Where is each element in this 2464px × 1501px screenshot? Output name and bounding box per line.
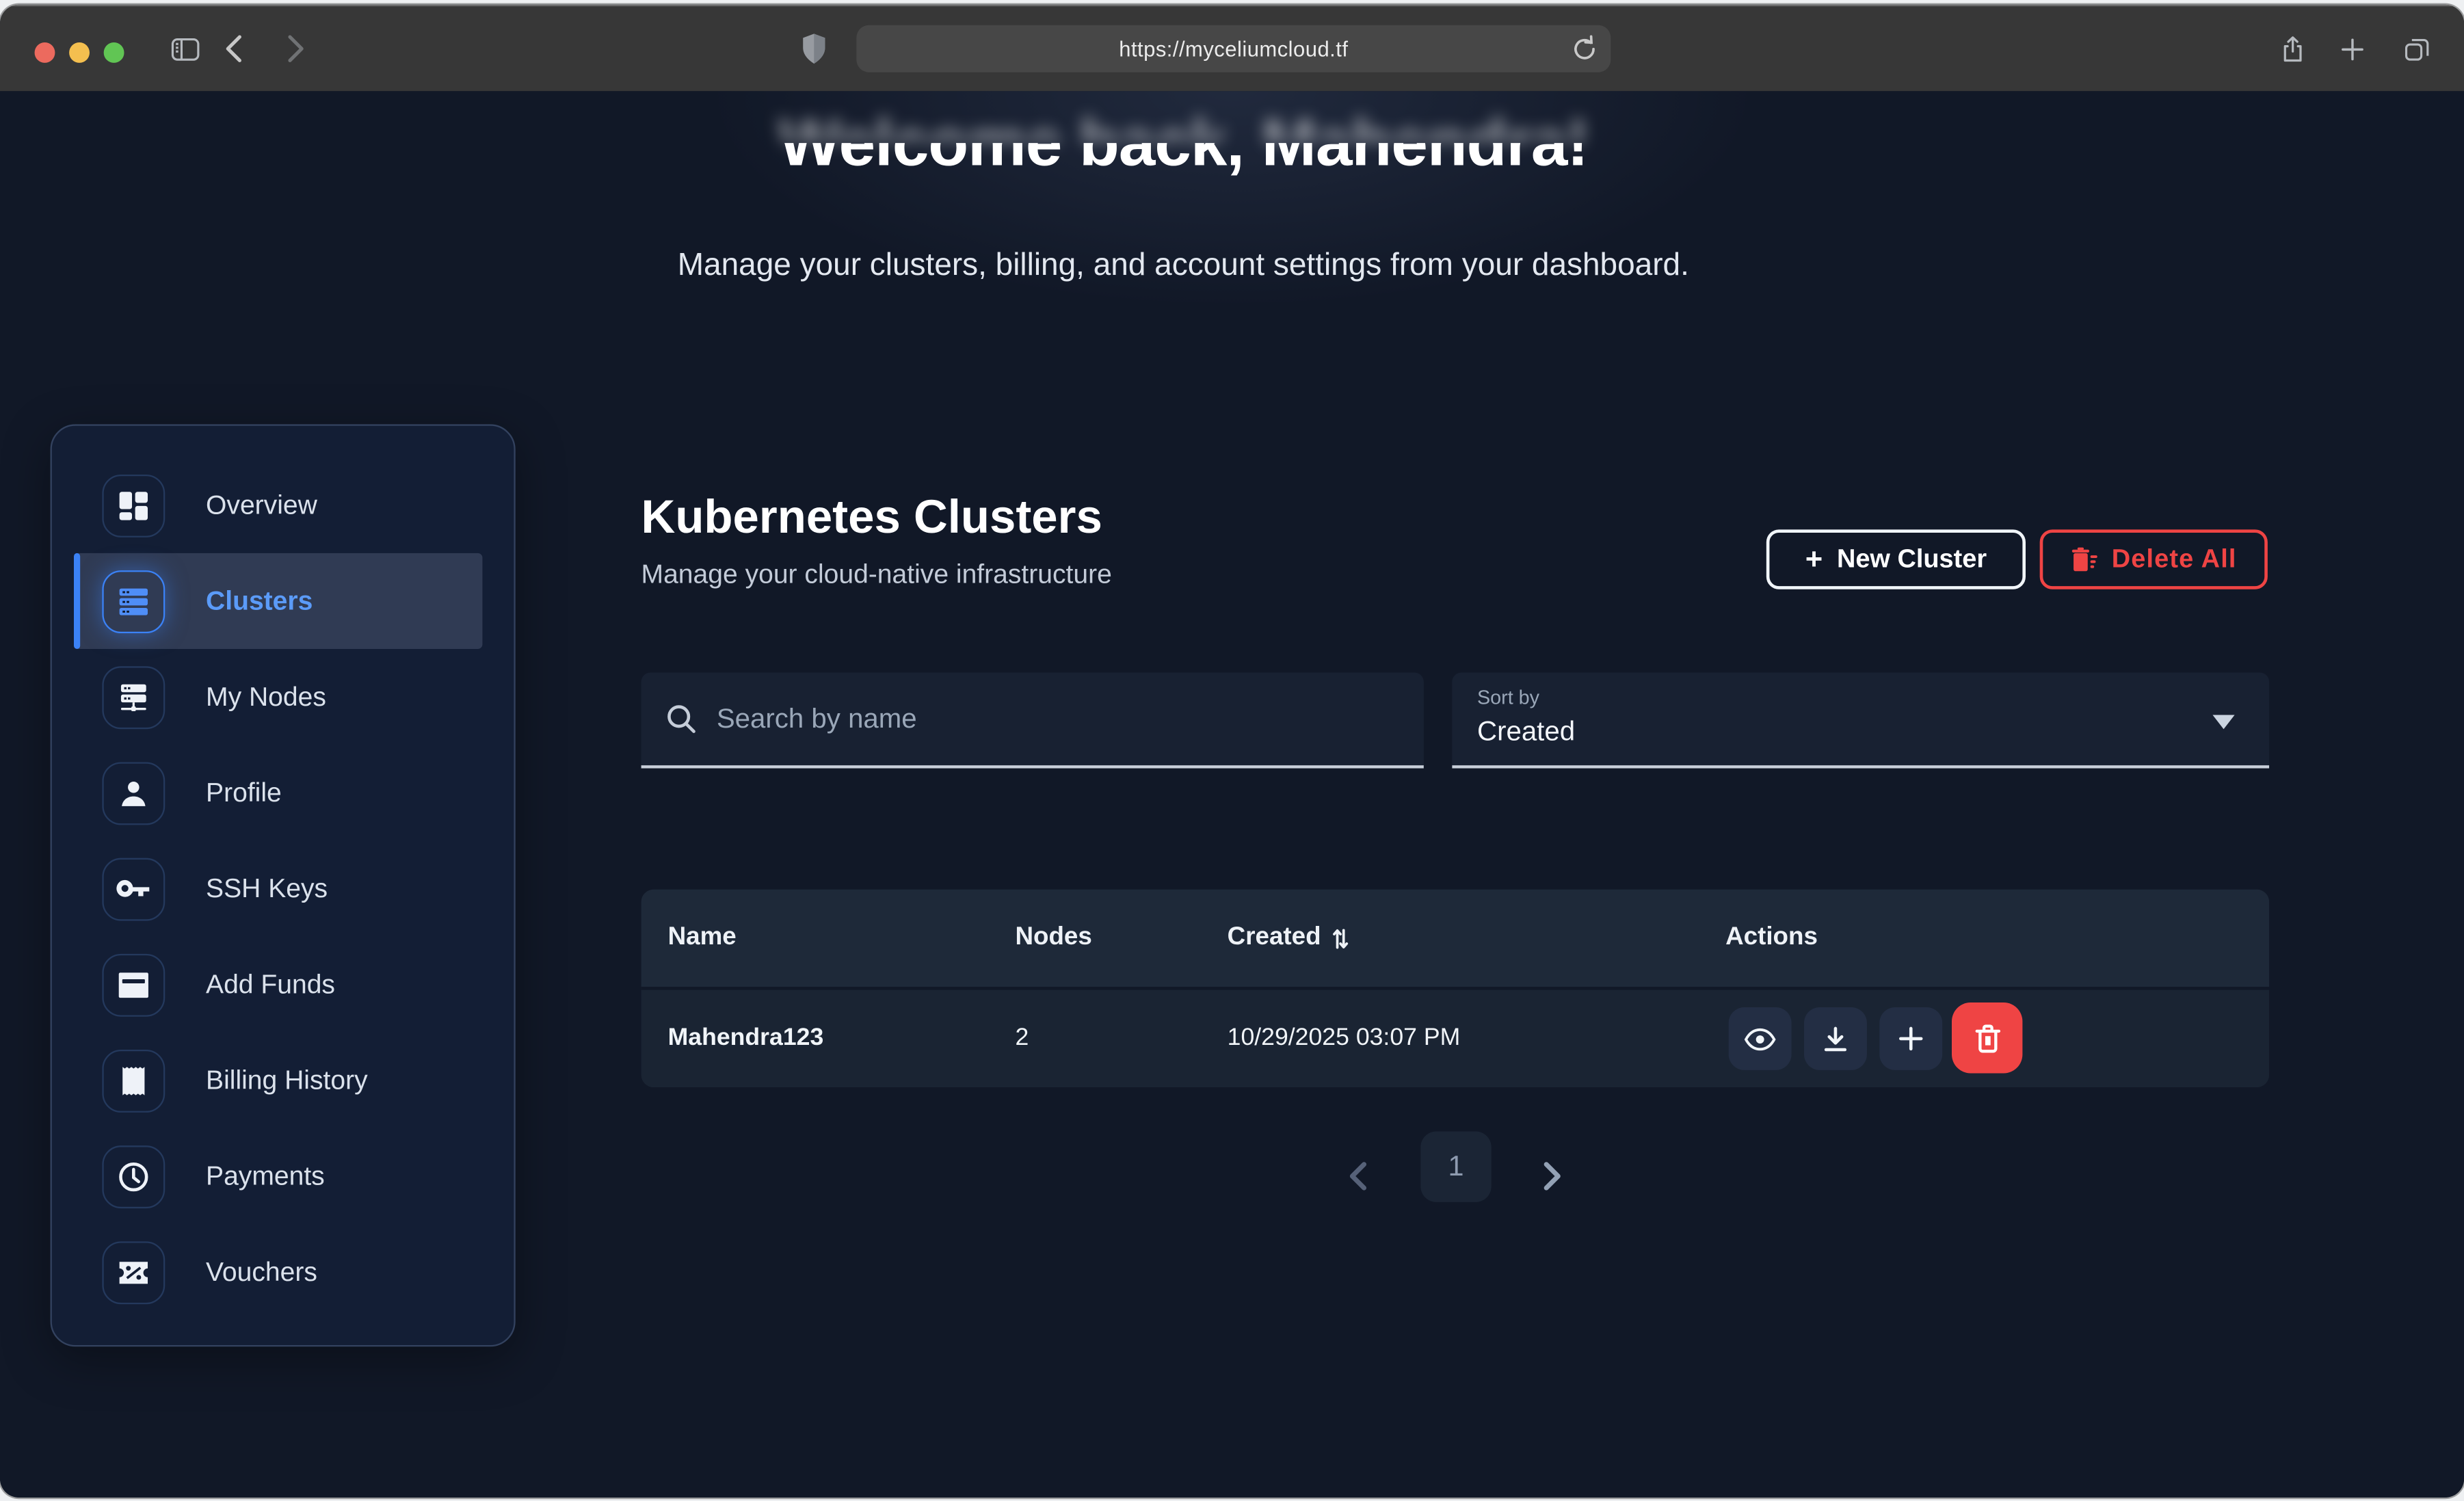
column-header-created[interactable]: Created — [1228, 890, 1348, 987]
sidebar-item-label: Clusters — [206, 585, 313, 617]
ticket-percent-icon — [102, 1240, 165, 1303]
cell-node-count: 2 — [1015, 990, 1029, 1087]
cell-created-date: 10/29/2025 03:07 PM — [1228, 990, 1461, 1087]
sidebar-item-label: Profile — [206, 777, 282, 808]
hero-title-blur: Welcome back, Mahendra! — [0, 94, 2367, 143]
clusters-table: Name Nodes Created Actions — [641, 890, 2270, 1088]
delete-cluster-button[interactable] — [1952, 1002, 2022, 1073]
dashboard-grid-icon — [102, 474, 165, 537]
download-kubeconfig-button[interactable] — [1804, 1007, 1867, 1070]
delete-all-button[interactable]: Delete All — [2040, 529, 2268, 589]
sidebar-item-payments[interactable]: Payments — [74, 1128, 482, 1224]
table-header-row: Name Nodes Created Actions — [641, 890, 2270, 990]
plus-icon — [1898, 1026, 1924, 1052]
new-cluster-button[interactable]: + New Cluster — [1766, 529, 2026, 589]
new-tab-icon[interactable] — [2332, 6, 2373, 91]
sidebar: Overview Clusters — [51, 424, 516, 1346]
url-text: https://myceliumcloud.tf — [1119, 37, 1348, 60]
sidebar-item-my-nodes[interactable]: My Nodes — [74, 649, 482, 745]
server-stack-icon — [102, 570, 165, 633]
delete-all-label: Delete All — [2112, 544, 2237, 574]
key-icon — [102, 858, 165, 920]
sidebar-toggle-icon[interactable] — [162, 6, 209, 91]
chevron-left-icon — [1349, 1160, 1368, 1191]
credit-card-icon — [102, 953, 165, 1016]
close-window-button[interactable] — [35, 42, 55, 63]
page-content: Welcome back, Mahendra! Welcome back, Ma… — [0, 91, 2464, 1498]
add-node-button[interactable] — [1879, 1007, 1942, 1070]
hero-subtitle: Manage your clusters, billing, and accou… — [0, 248, 2367, 284]
view-cluster-button[interactable] — [1729, 1007, 1792, 1070]
sidebar-item-label: Payments — [206, 1160, 325, 1192]
column-header-nodes: Nodes — [1015, 890, 1091, 987]
caret-down-icon — [2212, 715, 2234, 730]
download-icon — [1823, 1025, 1849, 1052]
tab-overview-icon[interactable] — [2395, 6, 2439, 91]
sort-label: Sort by — [1477, 687, 2244, 708]
search-icon — [666, 704, 696, 734]
nodes-rack-icon — [102, 665, 165, 728]
address-bar[interactable]: https://myceliumcloud.tf — [856, 25, 1611, 72]
sidebar-item-label: SSH Keys — [206, 873, 328, 904]
sidebar-item-vouchers[interactable]: Vouchers — [74, 1224, 482, 1320]
sidebar-item-label: Add Funds — [206, 969, 335, 1000]
table-row: Mahendra123 2 10/29/2025 03:07 PM — [641, 990, 2270, 1087]
plus-icon: + — [1805, 544, 1823, 574]
page-title: Kubernetes Clusters — [641, 492, 1102, 545]
sidebar-item-billing-history[interactable]: Billing History — [74, 1033, 482, 1128]
sidebar-item-add-funds[interactable]: Add Funds — [74, 937, 482, 1033]
sidebar-item-profile[interactable]: Profile — [74, 745, 482, 840]
sidebar-item-overview[interactable]: Overview — [74, 457, 482, 553]
sort-updown-icon — [1332, 927, 1348, 950]
browser-window: https://myceliumcloud.tf — [0, 5, 2464, 1498]
pagination-page-1[interactable]: 1 — [1420, 1131, 1491, 1201]
search-input[interactable] — [713, 701, 1399, 737]
trash-sweep-icon — [2071, 547, 2097, 572]
column-header-name: Name — [668, 890, 737, 987]
back-icon[interactable] — [214, 6, 252, 91]
sidebar-item-label: My Nodes — [206, 681, 326, 713]
sort-value: Created — [1477, 715, 2244, 748]
chevron-right-icon — [1544, 1160, 1563, 1191]
receipt-icon — [102, 1049, 165, 1112]
pagination-next-button[interactable] — [1531, 1154, 1574, 1197]
sidebar-item-clusters[interactable]: Clusters — [74, 553, 482, 649]
sidebar-item-label: Vouchers — [206, 1256, 317, 1288]
hero-title: Welcome back, Mahendra! — [0, 143, 2367, 240]
sidebar-item-label: Overview — [206, 490, 317, 521]
new-cluster-label: New Cluster — [1837, 544, 1987, 574]
sidebar-item-ssh-keys[interactable]: SSH Keys — [74, 840, 482, 936]
trash-icon — [1974, 1024, 2000, 1052]
reload-icon[interactable] — [1573, 35, 1596, 70]
user-icon — [102, 761, 165, 824]
minimize-window-button[interactable] — [69, 42, 90, 63]
pagination-prev-button[interactable] — [1336, 1154, 1379, 1197]
sort-select[interactable]: Sort by Created — [1452, 673, 2269, 769]
search-field — [641, 673, 1424, 769]
eye-icon — [1745, 1027, 1776, 1050]
sidebar-item-label: Billing History — [206, 1065, 368, 1096]
cell-cluster-name: Mahendra123 — [668, 990, 824, 1087]
page-subtitle: Manage your cloud-native infrastructure — [641, 559, 1112, 591]
forward-icon[interactable] — [276, 6, 314, 91]
column-header-actions: Actions — [1725, 890, 1818, 987]
shield-icon[interactable] — [793, 6, 834, 91]
browser-toolbar: https://myceliumcloud.tf — [0, 5, 2464, 91]
screenshot-stage: https://myceliumcloud.tf — [0, 0, 2464, 1500]
share-icon[interactable] — [2273, 6, 2314, 91]
zoom-window-button[interactable] — [104, 42, 124, 63]
clock-icon — [102, 1145, 165, 1208]
